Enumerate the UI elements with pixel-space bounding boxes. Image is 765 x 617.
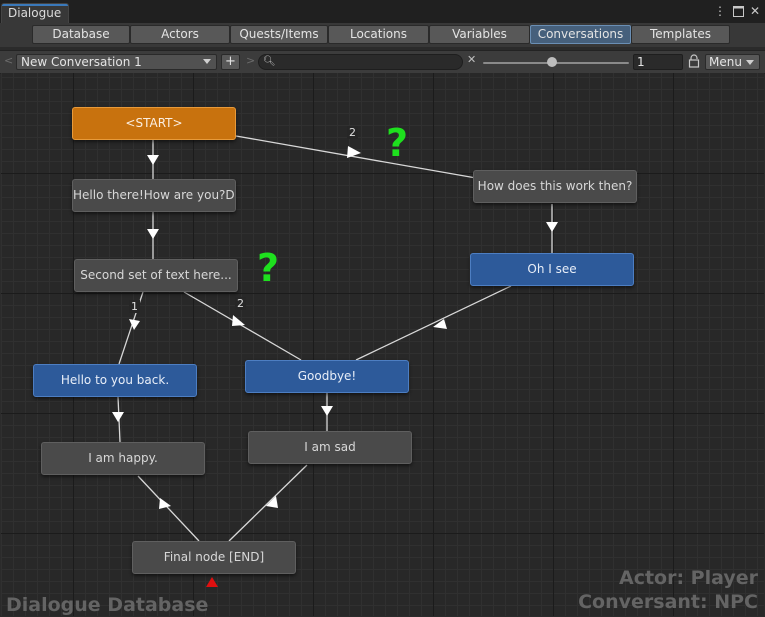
arrow-head	[159, 498, 171, 509]
add-conversation-button[interactable]: +	[221, 54, 240, 70]
arrow-head	[321, 406, 333, 416]
database-tabs: Database Actors Quests/Items Locations V…	[0, 23, 765, 47]
node-start[interactable]: <START>	[72, 107, 236, 140]
node-i-am-sad[interactable]: I am sad	[248, 431, 412, 464]
link-priority-label: 2	[347, 126, 358, 139]
tab-actors[interactable]: Actors	[130, 25, 230, 44]
more-options-icon[interactable]: ⋮	[713, 3, 727, 19]
node-hello-to-you-back[interactable]: Hello to you back.	[33, 364, 197, 397]
maximize-icon[interactable]	[731, 3, 745, 19]
link-happy-final[interactable]	[137, 475, 200, 542]
node-i-am-happy[interactable]: I am happy.	[41, 442, 205, 475]
actor-label: Actor: Player	[618, 567, 758, 589]
conversation-select[interactable]: New Conversation 1	[16, 54, 217, 70]
node-canvas[interactable]: <START> Hello there!How are you?Do How d…	[1, 73, 764, 616]
link-priority-label: 1	[129, 300, 140, 313]
link-priority-label: 2	[235, 297, 246, 310]
chevron-down-icon	[746, 60, 754, 65]
tab-database[interactable]: Database	[32, 25, 130, 44]
tab-locations[interactable]: Locations	[328, 25, 429, 44]
clear-search-icon[interactable]: ✕	[467, 53, 476, 66]
close-icon[interactable]: ✕	[748, 3, 762, 19]
window-title: Dialogue	[8, 6, 62, 20]
conversant-label: Conversant: NPC	[578, 591, 758, 613]
database-name-label: Dialogue Database	[6, 594, 209, 616]
conversation-toolbar: < New Conversation 1 + > 🔍︎ ✕ 1 Menu	[0, 50, 765, 74]
arrow-head	[266, 496, 278, 508]
search-icon: 🔍︎	[263, 56, 276, 67]
link-start-how[interactable]	[235, 135, 477, 179]
tab-conversations[interactable]: Conversations	[530, 25, 631, 44]
menu-button-label: Menu	[709, 55, 742, 69]
search-input[interactable]: 🔍︎	[258, 54, 463, 70]
question-mark-annotation: ?	[257, 246, 280, 290]
link-ohisee-goodbye[interactable]	[355, 285, 512, 361]
tab-variables[interactable]: Variables	[429, 25, 530, 44]
conversation-select-value: New Conversation 1	[21, 55, 142, 69]
zoom-field[interactable]: 1	[633, 54, 683, 70]
question-mark-annotation: ?	[386, 121, 409, 165]
node-how-does-this-work[interactable]: How does this work then?	[473, 170, 637, 203]
node-hello-there[interactable]: Hello there!How are you?Do	[72, 179, 236, 212]
arrow-head	[112, 412, 124, 422]
chevron-down-icon	[203, 59, 211, 64]
next-arrow-icon[interactable]: >	[246, 54, 255, 67]
arrow-head	[147, 229, 159, 239]
node-final-end[interactable]: Final node [END]	[132, 541, 296, 574]
previous-arrow-icon[interactable]: <	[4, 54, 13, 67]
arrow-head	[546, 222, 558, 232]
node-oh-i-see[interactable]: Oh I see	[470, 253, 634, 286]
tab-quests-items[interactable]: Quests/Items	[230, 25, 328, 44]
zoom-slider-handle[interactable]	[546, 57, 557, 67]
arrow-head	[232, 315, 245, 326]
node-goodbye[interactable]: Goodbye!	[245, 360, 409, 393]
arrow-head	[147, 155, 159, 165]
window-title-bar: Dialogue ⋮ ✕	[0, 0, 765, 24]
node-second-set[interactable]: Second set of text here...	[74, 259, 238, 292]
tab-templates[interactable]: Templates	[631, 25, 730, 44]
link-sad-final[interactable]	[228, 464, 308, 542]
window-tab-dialogue[interactable]: Dialogue	[1, 3, 69, 23]
menu-button[interactable]: Menu	[705, 54, 760, 70]
end-marker-icon	[206, 577, 218, 587]
lock-icon[interactable]	[688, 54, 700, 68]
link-layer	[112, 135, 558, 542]
